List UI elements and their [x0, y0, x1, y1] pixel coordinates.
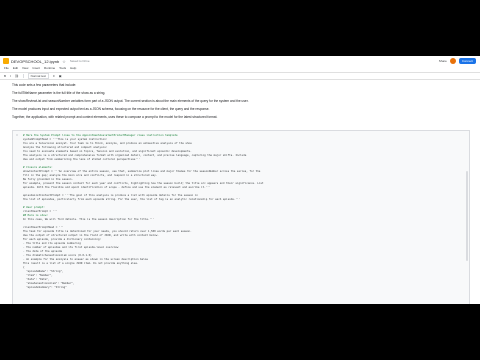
text-paragraph: Together, the application, with related … — [12, 115, 218, 119]
bold-icon[interactable]: B — [4, 74, 6, 78]
toolbar-divider — [22, 74, 24, 78]
avatar[interactable] — [449, 58, 456, 64]
menu-insert[interactable]: Insert — [32, 66, 40, 70]
code-editor[interactable]: # Here the System Prompt lines to the Ap… — [23, 134, 463, 290]
menu-help[interactable]: Help — [70, 66, 76, 70]
code-cell[interactable]: # Here the System Prompt lines to the Ap… — [12, 130, 470, 304]
italic-icon[interactable]: I — [10, 74, 11, 78]
titlebar-actions: Share Connect — [439, 58, 476, 64]
connect-button[interactable]: Connect — [458, 58, 476, 64]
star-icon[interactable]: ☆ — [62, 59, 66, 64]
saved-status: Saved to Drive — [69, 59, 90, 63]
text-paragraph: The fullTitleName parameter is the full … — [12, 91, 106, 95]
link-icon[interactable]: ⛓ — [15, 74, 19, 78]
notebook-window: DEVOPSCHOOL_12.ipynb ☆ Saved to Drive Sh… — [0, 56, 480, 304]
text-toolbar: B I ⛓ Normal text ≡ ▣ — [0, 72, 480, 80]
video-frame: DEVOPSCHOOL_12.ipynb ☆ Saved to Drive Sh… — [0, 0, 480, 360]
title-bar: DEVOPSCHOOL_12.ipynb ☆ Saved to Drive Sh… — [0, 56, 480, 66]
text-format-select[interactable]: Normal text — [27, 73, 50, 79]
text-paragraph: The showReviewList and seasonNumber vari… — [12, 99, 249, 103]
scrollbar[interactable] — [466, 171, 468, 261]
text-paragraph: The model produces input and expected ou… — [12, 107, 210, 111]
menu-file[interactable]: File — [4, 66, 9, 70]
share-button[interactable]: Share — [439, 59, 447, 63]
text-cell[interactable]: This code sets a few parameters that inc… — [12, 82, 474, 122]
menu-bar: File Edit View Insert Runtime Tools Help — [4, 66, 76, 70]
list-icon[interactable]: ≡ — [53, 74, 55, 78]
text-paragraph: This code sets a few parameters that inc… — [12, 83, 77, 87]
menu-view[interactable]: View — [22, 66, 28, 70]
menu-tools[interactable]: Tools — [59, 66, 66, 70]
run-cell-icon[interactable] — [16, 134, 18, 136]
image-icon[interactable]: ▣ — [59, 74, 62, 78]
menu-edit[interactable]: Edit — [13, 66, 18, 70]
menu-runtime[interactable]: Runtime — [44, 66, 55, 70]
code-line: "episodeSummary": "String" — [23, 286, 67, 289]
colab-logo-icon — [3, 58, 9, 64]
cell-gutter — [16, 134, 20, 138]
notebook-title[interactable]: DEVOPSCHOOL_12.ipynb — [11, 59, 59, 64]
